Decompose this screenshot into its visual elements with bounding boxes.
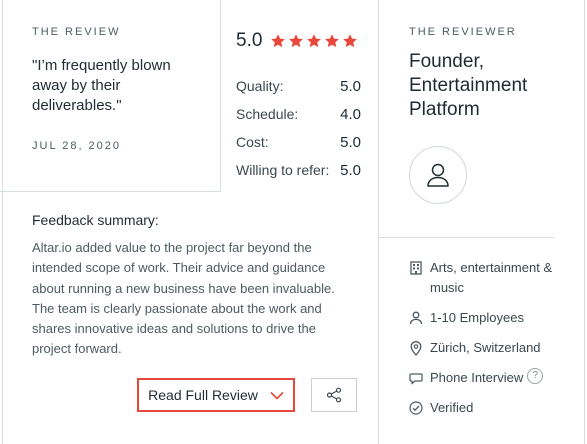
overall-rating-value: 5.0 [236,30,263,51]
star-icon [289,34,304,48]
avatar [409,146,467,204]
review-quote: "I’m frequently blown away by their deli… [32,57,171,114]
rating-label: Cost: [236,134,269,150]
reviewer-employees: 1-10 Employees [408,308,578,328]
star-rating [270,33,358,49]
reviewer-employees-label: 1-10 Employees [430,310,524,325]
review-bottom-divider [0,191,220,192]
rating-row-schedule: Schedule: 4.0 [236,100,361,128]
help-icon[interactable]: ? [527,368,544,384]
rating-value: 4.0 [340,105,361,123]
reviewer-divider [378,0,379,444]
star-icon [307,34,322,48]
rating-value: 5.0 [340,133,361,151]
rating-breakdown: Quality: 5.0 Schedule: 4.0 Cost: 5.0 Wil… [236,72,361,184]
overall-rating: 5.0 [236,30,358,52]
star-icon [343,34,358,48]
check-circle-icon [408,398,424,418]
feedback-summary-title: Feedback summary: [32,212,159,228]
rating-label: Schedule: [236,106,299,122]
reviewer-location: Zürich, Switzerland [408,338,578,358]
review-section-label: THE REVIEW [32,26,121,38]
review-date: JUL 28, 2020 [32,140,122,152]
right-border [584,0,585,444]
reviewer-section-label: THE REVIEWER [409,26,517,38]
feedback-summary-text: Altar.io added value to the project far … [32,240,335,357]
review-card: THE REVIEW "I’m frequently blown away by… [0,0,587,444]
rating-value: 5.0 [340,161,361,179]
user-icon [427,163,449,187]
star-icon [271,34,286,48]
reviewer-details: Arts, entertainment & music 1-10 Employe… [408,258,578,428]
share-button[interactable] [311,378,357,412]
read-full-review-label: Read Full Review [148,387,258,403]
column-divider [220,0,221,192]
chevron-down-icon [270,391,284,400]
person-icon [408,308,424,328]
left-border [2,0,3,444]
reviewer-interview-label: Phone Interview [430,370,524,385]
reviewer-title: Founder, Entertainment Platform [409,51,528,120]
chat-bubble-icon [408,368,424,388]
rating-row-quality: Quality: 5.0 [236,72,361,100]
location-pin-icon [408,338,424,358]
star-icon [325,34,340,48]
rating-label: Willing to refer: [236,162,330,178]
read-full-review-button[interactable]: Read Full Review [137,378,295,412]
reviewer-verified-label: Verified [430,400,474,415]
rating-row-cost: Cost: 5.0 [236,128,361,156]
share-icon [326,387,342,403]
reviewer-industry: Arts, entertainment & music [408,258,578,298]
building-icon [408,258,424,278]
rating-value: 5.0 [340,77,361,95]
reviewer-industry-label: Arts, entertainment & music [430,260,553,295]
reviewer-location-label: Zürich, Switzerland [430,340,541,355]
reviewer-interview: Phone Interview ? [408,368,578,388]
rating-label: Quality: [236,78,284,94]
rating-row-willing-to-refer: Willing to refer: 5.0 [236,156,361,184]
reviewer-section-divider [378,237,554,238]
reviewer-verified: Verified [408,398,578,418]
